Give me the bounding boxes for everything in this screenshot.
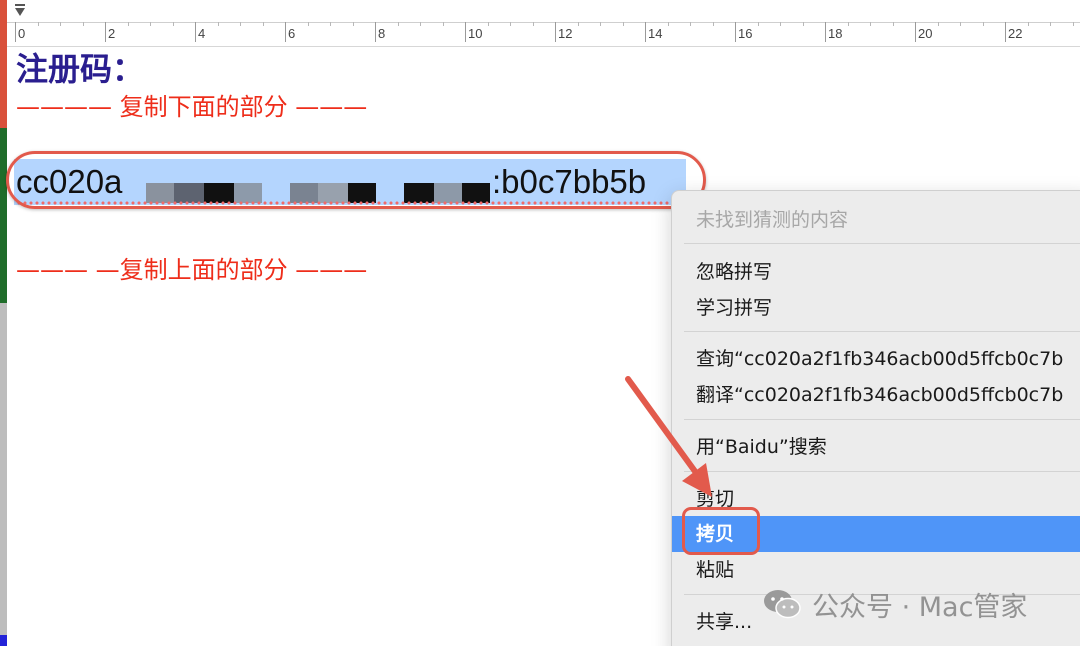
ruler-label: 8	[378, 26, 386, 41]
ruler-minor-tick	[172, 22, 174, 26]
annotation-oval	[6, 151, 706, 209]
menu-separator	[684, 243, 1080, 244]
ruler-minor-tick	[1027, 22, 1029, 26]
ruler-minor-tick	[757, 22, 759, 26]
menu-item-ignore-spelling[interactable]: 忽略拼写	[672, 254, 1080, 290]
ruler-minor-tick	[600, 22, 601, 26]
ruler-minor-tick	[330, 22, 331, 26]
app-window: 0 2 4 6 8 10 12 14 16 18 20 22 注册码： ————…	[0, 0, 1080, 646]
ruler-minor-tick	[780, 22, 781, 26]
ruler-major-tick	[825, 22, 826, 42]
edge-strip-green	[0, 128, 7, 303]
ruler-minor-tick	[690, 22, 691, 26]
ruler-minor-tick	[870, 22, 871, 26]
ruler-major-tick	[285, 22, 286, 42]
ruler-major-tick	[645, 22, 646, 42]
ruler-minor-tick	[60, 22, 61, 26]
ruler-minor-tick	[712, 22, 714, 26]
ruler-minor-tick	[510, 22, 511, 26]
ruler-label: 14	[648, 26, 663, 41]
ruler-minor-tick	[127, 22, 129, 26]
ruler-minor-tick	[667, 22, 669, 26]
ruler-minor-tick	[960, 22, 961, 26]
page-title: 注册码：	[16, 50, 145, 88]
ruler-minor-tick	[802, 22, 804, 26]
ruler-label: 2	[108, 26, 116, 41]
ruler-minor-tick	[37, 22, 39, 26]
watermark-text: 公众号 · Mac管家	[812, 591, 1028, 623]
menu-separator	[684, 471, 1080, 472]
ruler-label: 18	[828, 26, 843, 41]
copy-above-instruction: ——— —复制上面的部分 ———	[16, 256, 368, 284]
edge-strip-red	[0, 0, 7, 128]
ruler-minor-tick	[262, 22, 264, 26]
ruler-label: 16	[738, 26, 753, 41]
menu-item-no-guesses: 未找到猜测的内容	[696, 209, 849, 231]
ruler-minor-tick	[442, 22, 444, 26]
ruler-label: 4	[198, 26, 206, 41]
ruler-minor-tick	[1072, 22, 1074, 26]
ruler-minor-tick	[82, 22, 84, 26]
ruler-minor-tick	[420, 22, 421, 26]
ruler-major-tick	[735, 22, 736, 42]
ruler-minor-tick	[622, 22, 624, 26]
ruler-minor-tick	[577, 22, 579, 26]
watermark: 公众号 · Mac管家	[762, 584, 1027, 624]
ruler-minor-tick	[397, 22, 399, 26]
edge-strip-blue	[0, 635, 7, 646]
ruler-label: 20	[918, 26, 933, 41]
ruler-minor-tick	[217, 22, 219, 26]
ruler-minor-tick	[532, 22, 534, 26]
menu-item-translate[interactable]: 翻译“cc020a2f1fb346acb00d5ffcb0c7b	[672, 377, 1080, 413]
ruler-major-tick	[555, 22, 556, 42]
copy-below-instruction: ———— 复制下面的部分 ———	[16, 93, 368, 121]
ruler-minor-tick	[982, 22, 984, 26]
ruler-minor-tick	[307, 22, 309, 26]
menu-separator	[684, 331, 1080, 332]
ruler-minor-tick	[352, 22, 354, 26]
menu-separator	[684, 419, 1080, 420]
menu-item-search-baidu[interactable]: 用“Baidu”搜索	[672, 429, 1080, 465]
ruler-major-tick	[105, 22, 106, 42]
ruler-minor-tick	[892, 22, 894, 26]
annotation-copy-box	[682, 507, 760, 555]
ruler-major-tick	[375, 22, 376, 42]
ruler-minor-tick	[487, 22, 489, 26]
ruler-major-tick	[195, 22, 196, 42]
menu-item-learn-spelling[interactable]: 学习拼写	[672, 290, 1080, 326]
menu-item-paste[interactable]: 粘贴	[672, 552, 1080, 588]
edge-strip-gray	[0, 303, 7, 635]
ruler-minor-tick	[937, 22, 939, 26]
ruler-baseline	[7, 22, 1080, 23]
ruler-minor-tick	[1050, 22, 1051, 26]
ruler-label: 12	[558, 26, 573, 41]
annotation-arrow-icon	[625, 376, 712, 497]
ruler-label: 10	[468, 26, 483, 41]
ruler-major-tick	[1005, 22, 1006, 42]
ruler-major-tick	[15, 22, 16, 42]
ruler-major-tick	[915, 22, 916, 42]
context-menu: 未找到猜测的内容 忽略拼写 学习拼写 查询“cc020a2f1fb346acb0…	[671, 190, 1080, 646]
ruler-label: 0	[18, 26, 26, 41]
menu-item-lookup[interactable]: 查询“cc020a2f1fb346acb00d5ffcb0c7b	[672, 341, 1080, 377]
ruler-label: 6	[288, 26, 296, 41]
ruler-minor-tick	[847, 22, 849, 26]
ruler-minor-tick	[150, 22, 151, 26]
ruler-major-tick	[465, 22, 466, 42]
tab-stop-marker-icon[interactable]	[15, 4, 25, 20]
ruler[interactable]: 0 2 4 6 8 10 12 14 16 18 20 22	[7, 0, 1080, 47]
ruler-minor-tick	[240, 22, 241, 26]
ruler-label: 22	[1008, 26, 1023, 41]
wechat-icon	[764, 590, 801, 619]
